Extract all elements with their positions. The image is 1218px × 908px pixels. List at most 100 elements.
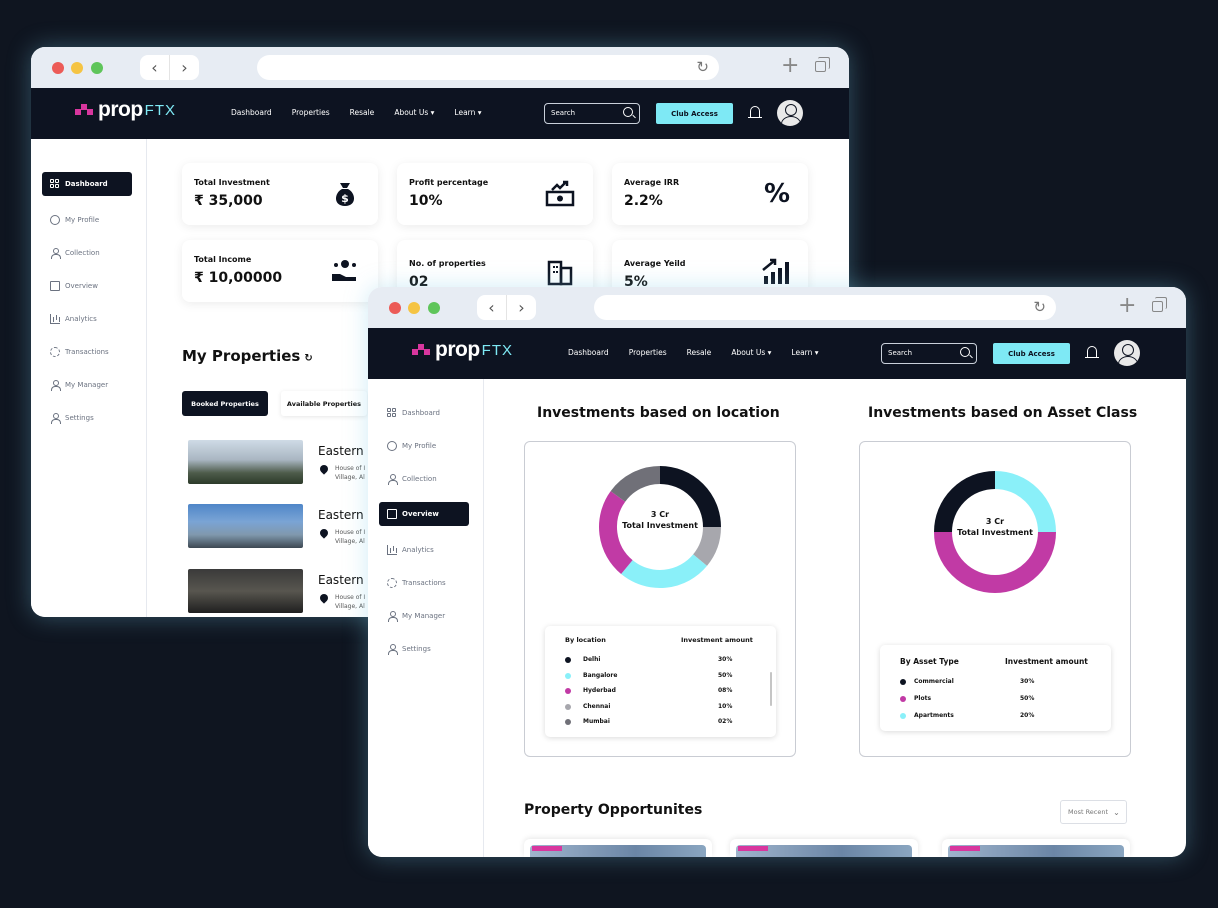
forward-arrow-icon[interactable]: › (170, 55, 199, 80)
nav-properties[interactable]: Properties (629, 348, 667, 357)
search-input[interactable]: Search (881, 343, 977, 364)
legend-name: Plots (914, 695, 932, 702)
sidebar-item-label: My Profile (65, 216, 100, 224)
search-icon (960, 347, 970, 357)
club-access-button[interactable]: Club Access (656, 103, 733, 124)
forward-arrow-icon[interactable]: › (507, 295, 536, 320)
address-bar[interactable]: ↻ (594, 295, 1056, 320)
bell-icon[interactable] (748, 106, 762, 118)
stat-value: ₹ 10,00000 (194, 270, 283, 286)
stat-value: ₹ 35,000 (194, 193, 263, 209)
sidebar-item-label: Transactions (402, 579, 446, 587)
sidebar-item-my-manager[interactable]: My Manager (379, 604, 469, 628)
cash-growth-icon (545, 179, 575, 216)
sidebar-item-label: Dashboard (65, 180, 108, 188)
close-window-button[interactable] (389, 302, 401, 314)
sidebar: Dashboard My Profile Collection Overview… (31, 139, 147, 617)
close-window-button[interactable] (52, 62, 64, 74)
nav-learn[interactable]: Learn ▾ (791, 348, 818, 357)
nav-resale[interactable]: Resale (687, 348, 712, 357)
chevron-down-icon: ⌄ (1113, 807, 1120, 817)
refresh-icon[interactable]: ↻ (304, 353, 312, 364)
sort-dropdown[interactable]: Most Recent ⌄ (1060, 800, 1127, 824)
sidebar-item-settings[interactable]: Settings (42, 406, 132, 430)
opportunity-card[interactable] (942, 839, 1130, 857)
sidebar-item-my-profile[interactable]: My Profile (42, 208, 132, 232)
logo-word: prop (435, 338, 480, 361)
bar-chart-icon (50, 314, 60, 324)
back-arrow-icon[interactable]: ‹ (477, 295, 507, 320)
minimize-window-button[interactable] (408, 302, 420, 314)
stat-card-total-income: Total Income ₹ 10,00000 (182, 240, 378, 302)
legend-swatch (565, 688, 571, 694)
sidebar-item-label: My Manager (402, 612, 446, 620)
tabs-overview-icon[interactable] (815, 57, 830, 72)
sidebar-item-label: Settings (65, 414, 94, 422)
nav-properties[interactable]: Properties (292, 108, 330, 117)
sidebar-item-collection[interactable]: Collection (379, 467, 469, 491)
asset-chart-panel: 3 Cr Total Investment By Asset Type Inve… (859, 441, 1131, 757)
sidebar-item-dashboard[interactable]: Dashboard (379, 401, 469, 425)
nav-learn[interactable]: Learn ▾ (454, 108, 481, 117)
new-tab-icon[interactable]: + (1118, 293, 1136, 319)
settings-icon (387, 644, 398, 655)
club-access-button[interactable]: Club Access (993, 343, 1070, 364)
sidebar-item-label: Analytics (65, 315, 97, 323)
sidebar-item-label: Settings (402, 645, 431, 653)
search-placeholder: Search (888, 349, 913, 357)
reload-icon[interactable]: ↻ (1033, 298, 1046, 316)
location-legend: By location Investment amount Delhi 30% Ba… (545, 626, 776, 737)
sidebar-item-transactions[interactable]: Transactions (379, 571, 469, 595)
location-pin-icon (318, 592, 330, 604)
sidebar-item-label: Analytics (402, 546, 434, 554)
nav-about-us[interactable]: About Us ▾ (731, 348, 771, 357)
legend-scrollbar[interactable] (770, 672, 772, 706)
maximize-window-button[interactable] (91, 62, 103, 74)
nav-dashboard[interactable]: Dashboard (231, 108, 272, 117)
tabs-overview-icon[interactable] (1152, 297, 1167, 312)
new-tab-icon[interactable]: + (781, 53, 799, 79)
tab-available-properties[interactable]: Available Properties (281, 391, 367, 416)
sidebar-item-analytics[interactable]: Analytics (379, 538, 469, 562)
logo-suffix: FTX (144, 101, 176, 119)
sidebar-item-my-manager[interactable]: My Manager (42, 373, 132, 397)
tab-booked-properties[interactable]: Booked Properties (182, 391, 268, 416)
address-bar[interactable]: ↻ (257, 55, 719, 80)
legend-swatch (565, 703, 571, 710)
svg-text:$: $ (341, 192, 349, 205)
avatar[interactable] (1114, 340, 1140, 366)
location-chart-panel: 3 Cr Total Investment By location Invest… (524, 441, 796, 757)
asset-legend: By Asset Type Investment amount Commerci… (880, 645, 1111, 731)
bell-icon[interactable] (1085, 346, 1099, 358)
search-input[interactable]: Search (544, 103, 640, 124)
sidebar-item-overview[interactable]: Overview (379, 502, 469, 526)
nav-resale[interactable]: Resale (350, 108, 375, 117)
avatar[interactable] (777, 100, 803, 126)
minimize-window-button[interactable] (71, 62, 83, 74)
sidebar-item-transactions[interactable]: Transactions (42, 340, 132, 364)
legend-value: 10% (718, 702, 733, 710)
propftx-logo[interactable]: prop FTX (412, 338, 513, 362)
sidebar-item-overview[interactable]: Overview (42, 274, 132, 298)
stat-label: Total Income (194, 255, 252, 264)
back-arrow-icon[interactable]: ‹ (140, 55, 170, 80)
donut-slice-hyderbad (599, 491, 633, 574)
maximize-window-button[interactable] (428, 302, 440, 314)
sidebar-item-label: Overview (65, 282, 98, 290)
legend-row-apartments: Apartments 20% (880, 710, 1111, 724)
opportunity-card[interactable] (730, 839, 918, 857)
sidebar-item-my-profile[interactable]: My Profile (379, 434, 469, 458)
legend-name: Hyderbad (583, 687, 616, 694)
building-icon (387, 509, 397, 519)
sidebar-item-analytics[interactable]: Analytics (42, 307, 132, 331)
sidebar-item-dashboard[interactable]: Dashboard (42, 172, 132, 196)
app-header: prop FTX Dashboard Properties Resale Abo… (368, 328, 1186, 379)
sidebar-item-collection[interactable]: Collection (42, 241, 132, 265)
propftx-logo[interactable]: prop FTX (75, 98, 176, 122)
nav-dashboard[interactable]: Dashboard (568, 348, 609, 357)
opportunity-card[interactable] (524, 839, 712, 857)
nav-about-us[interactable]: About Us ▾ (394, 108, 434, 117)
reload-icon[interactable]: ↻ (696, 58, 709, 76)
app-header: prop FTX Dashboard Properties Resale Abo… (31, 88, 849, 139)
sidebar-item-settings[interactable]: Settings (379, 637, 469, 661)
